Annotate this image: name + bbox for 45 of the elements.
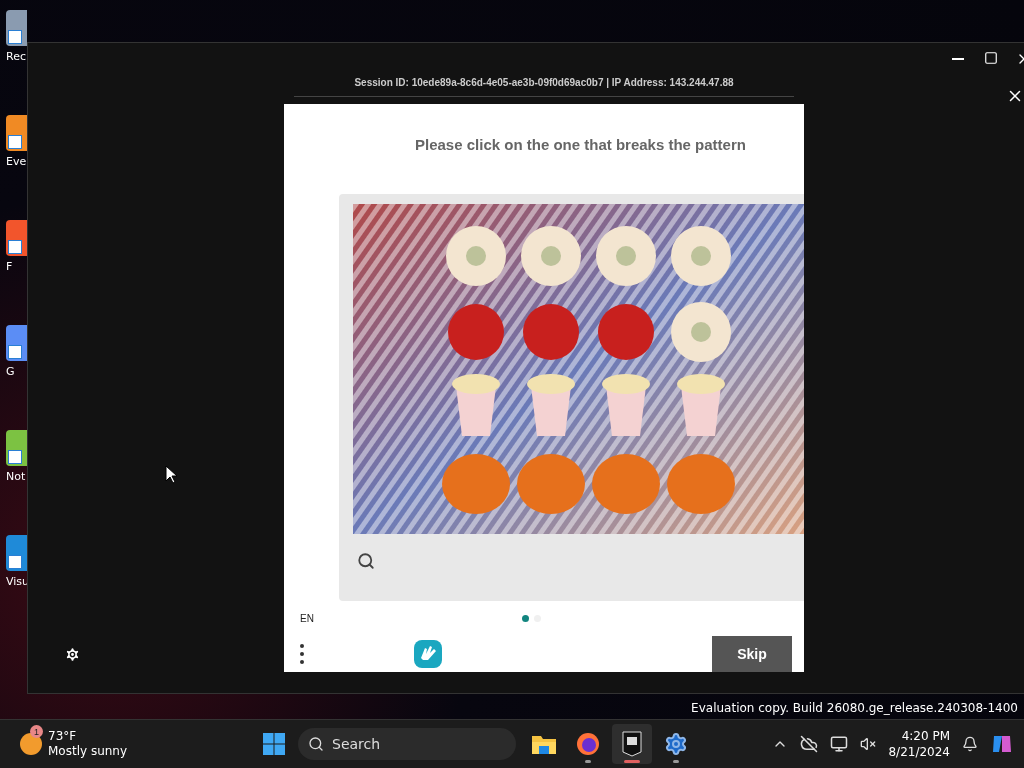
page-dot[interactable]: [522, 615, 529, 622]
mouse-pointer-icon: [165, 465, 177, 484]
search-icon: [308, 736, 324, 752]
desktop-icon-label: Eve: [6, 155, 27, 168]
watermark-text: Evaluation copy. Build 26080.ge_release.240308-1400: [691, 701, 1018, 715]
session-info: Session ID: 10ede89a-8c6d-4e05-ae3b-09f0d69ac0b7 | IP Address: 143.244.47.88: [354, 76, 734, 90]
menu-button[interactable]: [300, 644, 304, 664]
desktop-icon-label: Not: [6, 470, 26, 483]
more-icon: [300, 644, 304, 664]
desktop-icon-label: Rec: [6, 50, 26, 63]
settings-button[interactable]: [64, 646, 81, 663]
weather-icon[interactable]: [20, 733, 42, 755]
maximize-icon: [984, 51, 998, 65]
settings-icon: [664, 732, 688, 756]
shortcut-icon[interactable]: [6, 115, 27, 151]
shortcut-icon[interactable]: [6, 535, 27, 571]
taskbar-app-button[interactable]: [612, 724, 652, 764]
network-icon[interactable]: [830, 735, 849, 753]
cloud-off-icon[interactable]: [800, 735, 819, 753]
clock-time[interactable]: 4:20 PM: [901, 728, 950, 744]
shortcut-icon[interactable]: [6, 220, 27, 256]
shortcut-icon[interactable]: [6, 325, 27, 361]
pattern-image-drawing[interactable]: [353, 204, 804, 534]
notification-badge: 1: [30, 725, 43, 738]
gear-icon: [64, 646, 81, 663]
temperature-text: 73°F: [48, 729, 78, 744]
magnifier-icon: [357, 552, 375, 570]
weather-condition: Mostly sunny: [48, 744, 128, 759]
minimize-icon: [952, 58, 964, 60]
notification-bell-icon[interactable]: [962, 736, 978, 752]
language-label[interactable]: EN: [300, 613, 522, 624]
desktop-icon-label: G: [6, 365, 15, 378]
captcha-prompt: Please click on the one that breaks the pattern: [414, 135, 747, 153]
firefox-icon: [576, 732, 600, 756]
folder-icon: [531, 733, 557, 755]
shortcut-icon[interactable]: [6, 10, 27, 46]
shortcut-icon[interactable]: [6, 430, 27, 466]
desktop-icon-label: F: [6, 260, 13, 273]
epic-logo-icon: [622, 731, 642, 757]
volume-muted-icon[interactable]: [860, 736, 877, 752]
search-field[interactable]: Search: [298, 728, 516, 760]
clock-date[interactable]: 8/21/2024: [888, 744, 950, 760]
skip-button[interactable]: Skip: [712, 636, 792, 672]
start-button[interactable]: [262, 732, 286, 756]
search-button[interactable]: [357, 552, 377, 570]
